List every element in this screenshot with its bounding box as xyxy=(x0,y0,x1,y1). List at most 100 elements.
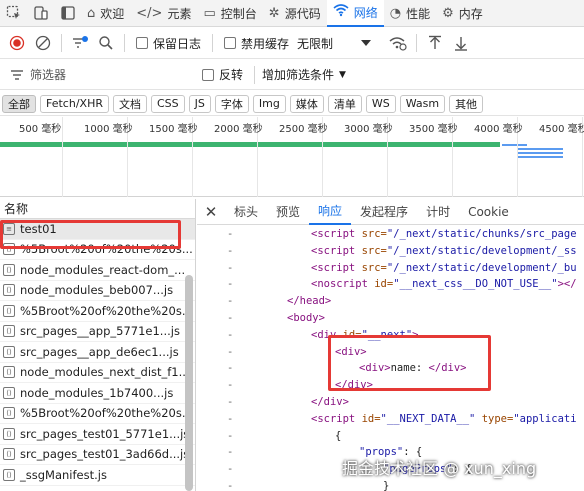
export-har-button[interactable] xyxy=(448,30,474,56)
type-filter-chip[interactable]: JS xyxy=(188,94,211,113)
request-row[interactable]: ≡ test01 xyxy=(0,219,195,240)
timeline-gridline xyxy=(62,117,63,197)
request-row[interactable]: ⟨⟩ node_modules_1b7400...js xyxy=(0,383,195,404)
request-row[interactable]: ⟨⟩ src_pages_test01_5771e1...js xyxy=(0,424,195,445)
script-icon: ⟨⟩ xyxy=(3,468,15,481)
checkbox-label: 禁用缓存 xyxy=(241,36,290,51)
type-filter-chip[interactable]: Fetch/XHR xyxy=(40,94,109,113)
request-row[interactable]: ⟨⟩ src_pages_test01_3ad66d...js xyxy=(0,445,195,465)
request-name: src_pages_test01_5771e1...js xyxy=(20,426,190,441)
type-filter-chip[interactable]: Img xyxy=(252,94,286,113)
filter-bar: 筛选器 反转 增加筛选条件 ▼ xyxy=(0,60,584,90)
filter-toggle-button[interactable] xyxy=(67,30,93,56)
timeline-tick-label: 2000 毫秒 xyxy=(214,124,263,135)
code-text: <script src="/_next/static/development/_… xyxy=(311,262,577,274)
checkbox-box[interactable] xyxy=(136,37,148,49)
code-token: type= xyxy=(481,412,514,425)
type-filter-chip[interactable]: 媒体 xyxy=(289,94,324,113)
line-gutter: - xyxy=(227,412,234,425)
type-filter-chip[interactable]: 文档 xyxy=(112,94,147,113)
request-row[interactable]: ⟨⟩ src_pages__app_5771e1...js xyxy=(0,322,195,342)
type-filter-chip[interactable]: Wasm xyxy=(399,94,446,113)
code-token: </div> xyxy=(428,362,467,375)
request-row[interactable]: ⟨⟩ node_modules_next_dist_f1... xyxy=(0,363,195,383)
checkbox-box[interactable] xyxy=(224,37,237,49)
type-filter-chip[interactable]: WS xyxy=(365,94,396,113)
performance-icon: ◔ xyxy=(389,5,402,21)
request-row[interactable]: ⟨⟩ node_modules_react-dom_... xyxy=(0,260,195,281)
request-row[interactable]: ⟨⟩ node_modules_beb007...js xyxy=(0,281,195,301)
code-line: - <div id="__next"> xyxy=(197,329,584,346)
response-viewer: - <script src="/_next/static/chunks/src_p… xyxy=(197,226,584,491)
throttling-select[interactable]: 无限制 xyxy=(297,35,333,52)
timeline-tick-label: 1000 毫秒 xyxy=(84,124,133,135)
request-row[interactable]: ⟨⟩ %5Broot%20of%20the%20s... xyxy=(0,404,195,424)
type-filter-chip[interactable]: 全部 xyxy=(2,94,36,113)
tab-memory[interactable]: ⚙ 内存 xyxy=(436,0,489,27)
search-icon xyxy=(99,36,113,50)
document-icon: ≡ xyxy=(3,222,15,235)
detail-tab[interactable]: 发起程序 xyxy=(351,199,417,225)
detail-tab[interactable]: 预览 xyxy=(267,199,309,225)
type-filter-chip[interactable]: 清单 xyxy=(327,94,362,113)
script-icon: ⟨⟩ xyxy=(3,304,15,317)
code-token: <div> xyxy=(359,362,391,375)
detail-tab[interactable]: 标头 xyxy=(225,199,267,225)
devtools-tab-bar: ⌂ 欢迎 </> 元素 ▭ 控制台 ✲ 源代码 网络 ◔ 性能 ⚙ 内存 xyxy=(0,0,584,27)
dock-sidebar-icon[interactable] xyxy=(54,0,81,27)
script-icon: ⟨⟩ xyxy=(3,448,15,461)
import-har-button[interactable] xyxy=(422,30,448,56)
disable-cache-checkbox[interactable]: 禁用缓存 xyxy=(224,35,289,52)
more-filters-dropdown[interactable]: 增加筛选条件 ▼ xyxy=(262,66,346,83)
type-filter-chip[interactable]: CSS xyxy=(150,94,185,113)
request-row[interactable]: ⟨⟩ _ssgManifest.js xyxy=(0,465,195,486)
type-filter-chip[interactable]: 字体 xyxy=(214,94,249,113)
type-filter-chip[interactable]: 其他 xyxy=(449,94,484,113)
inspect-element-icon[interactable] xyxy=(0,0,27,27)
record-button[interactable] xyxy=(4,30,30,56)
name-column-header[interactable]: 名称 xyxy=(0,199,195,219)
timeline-tick-label: 4000 毫秒 xyxy=(474,124,523,135)
timeline-tick-label: 2500 毫秒 xyxy=(279,124,328,135)
request-row[interactable]: ⟨⟩ %5Broot%20of%20the%20s... xyxy=(0,240,195,260)
tab-network[interactable]: 网络 xyxy=(326,0,384,27)
code-line: -{ xyxy=(197,430,584,447)
tab-welcome[interactable]: ⌂ 欢迎 xyxy=(81,0,130,27)
request-row[interactable]: ⟨⟩ %5Broot%20of%20the%20s... xyxy=(0,301,195,322)
timeline-overview[interactable]: 500 毫秒 1000 毫秒 1500 毫秒 2000 毫秒 2500 毫秒 3000 毫… xyxy=(0,117,584,197)
code-text: <body> xyxy=(287,312,325,324)
tab-sources[interactable]: ✲ 源代码 xyxy=(263,0,327,27)
clear-button[interactable] xyxy=(30,30,56,56)
script-icon: ⟨⟩ xyxy=(3,243,15,256)
close-icon[interactable]: ✕ xyxy=(197,199,225,225)
checkbox-box[interactable] xyxy=(202,68,214,81)
tab-console[interactable]: ▭ 控制台 xyxy=(197,0,262,27)
request-list-scrollbar[interactable] xyxy=(185,275,193,491)
code-text: <script src="/_next/static/chunks/src_pa… xyxy=(311,228,577,240)
tab-elements[interactable]: </> 元素 xyxy=(130,0,197,27)
script-icon: ⟨⟩ xyxy=(3,345,15,358)
request-row[interactable]: ⟨⟩ src_pages__app_de6ec1...js xyxy=(0,342,195,363)
invert-checkbox[interactable]: 反转 xyxy=(202,66,243,83)
filter-input[interactable]: 筛选器 xyxy=(10,64,200,86)
throttling-dropdown[interactable] xyxy=(353,30,379,56)
tab-label: 欢迎 xyxy=(100,6,125,21)
request-name: node_modules_next_dist_f1... xyxy=(20,365,190,380)
tab-performance[interactable]: ◔ 性能 xyxy=(384,0,436,27)
line-gutter: - xyxy=(227,379,234,392)
code-token: "applicati xyxy=(513,412,577,425)
memory-icon: ⚙ xyxy=(442,5,454,21)
code-token: <div xyxy=(311,328,343,341)
code-token: id= xyxy=(374,278,394,291)
network-conditions-button[interactable] xyxy=(385,30,411,56)
request-name: src_pages_test01_3ad66d...js xyxy=(20,447,190,462)
code-text: <div id="__next"> xyxy=(311,329,418,341)
search-button[interactable] xyxy=(93,30,119,56)
preserve-log-checkbox[interactable]: 保留日志 xyxy=(136,35,201,52)
device-toolbar-icon[interactable] xyxy=(27,0,54,27)
detail-tab[interactable]: Cookie xyxy=(459,199,518,225)
detail-tab[interactable]: 计时 xyxy=(417,199,459,225)
timeline-bar-blue xyxy=(502,144,527,146)
detail-tab[interactable]: 响应 xyxy=(309,199,352,225)
code-line: - </div> xyxy=(197,379,584,396)
